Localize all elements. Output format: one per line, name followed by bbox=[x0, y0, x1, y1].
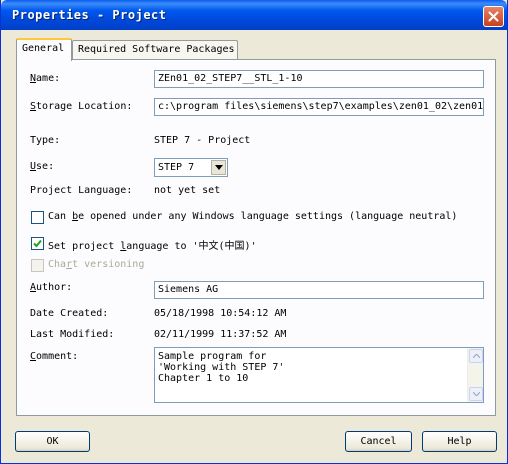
cancel-button[interactable]: Cancel bbox=[345, 431, 412, 452]
chart-versioning-label: Chart versioning bbox=[48, 259, 145, 270]
properties-dialog: Properties - Project General Required So… bbox=[0, 0, 508, 464]
use-label: Use: bbox=[30, 161, 55, 172]
window-title: Properties - Project bbox=[12, 8, 167, 22]
name-label: Name: bbox=[30, 73, 61, 84]
comment-textarea[interactable]: Sample program for 'Working with STEP 7'… bbox=[154, 347, 484, 403]
use-value: STEP 7 bbox=[158, 162, 195, 173]
chevron-down-icon bbox=[214, 165, 223, 170]
comment-line: Sample program for bbox=[158, 351, 267, 362]
last-modified-value: 02/11/1999 11:37:52 AM bbox=[154, 329, 287, 340]
comment-label: Comment: bbox=[30, 351, 79, 362]
chart-versioning-checkbox bbox=[31, 259, 44, 272]
storage-location-field[interactable]: c:\program files\siemens\step7\examples\… bbox=[154, 98, 484, 116]
last-modified-label: Last Modified: bbox=[30, 329, 115, 340]
language-neutral-checkbox[interactable] bbox=[31, 211, 44, 224]
language-neutral-label: Can be opened under any Windows language… bbox=[48, 211, 458, 222]
comment-scrollbar[interactable] bbox=[467, 348, 483, 402]
name-field[interactable]: ZEn01_02_STEP7__STL_1-10 bbox=[154, 70, 484, 88]
author-field[interactable]: Siemens AG bbox=[154, 281, 484, 299]
date-created-label: Date Created: bbox=[30, 308, 109, 319]
chevron-down-icon bbox=[472, 392, 480, 396]
project-language-value: not yet set bbox=[154, 185, 221, 196]
tab-label: Required Software Packages bbox=[78, 44, 235, 55]
use-dropdown[interactable]: STEP 7 bbox=[154, 158, 228, 177]
author-value: Siemens AG bbox=[158, 284, 219, 295]
tab-required-software-packages[interactable]: Required Software Packages bbox=[72, 40, 238, 60]
type-label: Type: bbox=[30, 135, 61, 146]
use-dropdown-button[interactable] bbox=[211, 160, 226, 175]
scroll-down-button[interactable] bbox=[469, 387, 483, 401]
title-bar[interactable]: Properties - Project bbox=[1, 0, 507, 30]
set-project-language-checkbox[interactable] bbox=[31, 237, 44, 250]
set-project-language-label: Set project language to '中文(中国)' bbox=[48, 241, 257, 252]
project-language-label: Project Language: bbox=[30, 185, 133, 196]
comment-line: Chapter 1 to 10 bbox=[158, 373, 249, 384]
storage-location-value: c:\program files\siemens\step7\examples\… bbox=[158, 101, 484, 112]
scroll-up-button[interactable] bbox=[469, 349, 483, 363]
storage-location-label: Storage Location: bbox=[30, 101, 133, 112]
type-value: STEP 7 - Project bbox=[154, 135, 251, 146]
author-label: Author: bbox=[30, 282, 73, 293]
date-created-value: 05/18/1998 10:54:12 AM bbox=[154, 308, 287, 319]
tab-label: General bbox=[22, 43, 65, 54]
chevron-up-icon bbox=[472, 354, 480, 358]
help-button[interactable]: Help bbox=[422, 431, 497, 452]
tab-general[interactable]: General bbox=[16, 38, 72, 61]
comment-text: Sample program for 'Working with STEP 7'… bbox=[158, 351, 284, 384]
general-panel: Name: ZEn01_02_STEP7__STL_1-10 Storage L… bbox=[16, 59, 496, 416]
close-button[interactable] bbox=[483, 6, 504, 27]
name-value: ZEn01_02_STEP7__STL_1-10 bbox=[158, 73, 303, 84]
checkmark-icon bbox=[33, 239, 42, 248]
ok-button[interactable]: OK bbox=[15, 431, 90, 452]
close-icon bbox=[488, 11, 499, 22]
comment-line: 'Working with STEP 7' bbox=[158, 362, 285, 373]
